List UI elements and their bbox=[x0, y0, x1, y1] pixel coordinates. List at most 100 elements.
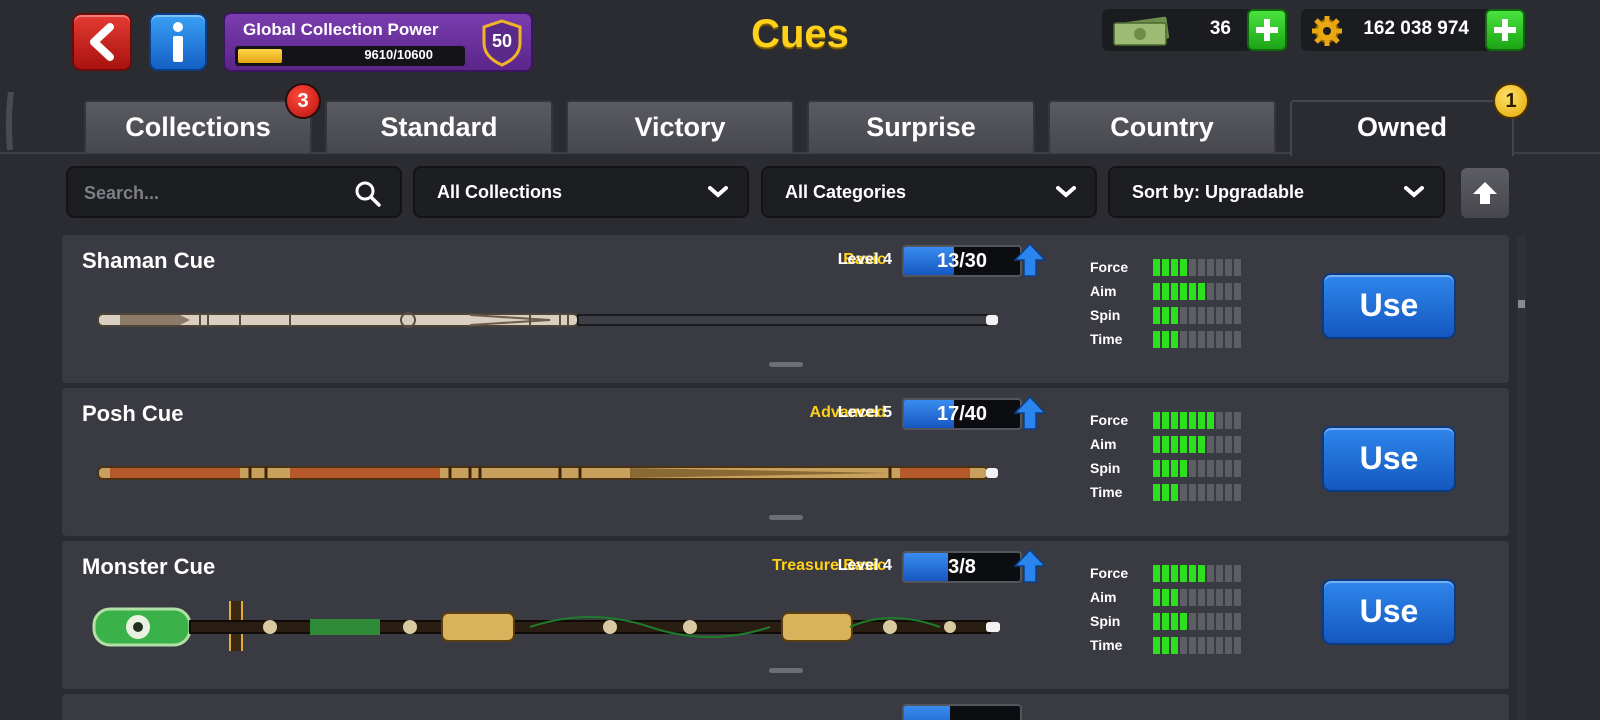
stat-segment bbox=[1216, 412, 1223, 429]
stat-segment bbox=[1153, 637, 1160, 654]
stat-segment bbox=[1216, 637, 1223, 654]
chevron-down-icon bbox=[708, 186, 728, 198]
stat-segment bbox=[1162, 460, 1169, 477]
stat-segment bbox=[1180, 259, 1187, 276]
scrollbar[interactable] bbox=[1517, 236, 1526, 720]
drag-handle[interactable] bbox=[769, 668, 803, 673]
collection-filter-label: All Collections bbox=[437, 182, 563, 202]
cue-pieces-bar bbox=[902, 704, 1022, 720]
collections-notification-badge: 3 bbox=[285, 83, 321, 119]
stat-segment bbox=[1225, 412, 1232, 429]
tab-victory[interactable]: Victory bbox=[566, 100, 794, 153]
stat-segment bbox=[1171, 283, 1178, 300]
stat-segment bbox=[1189, 565, 1196, 582]
posh-cue-image bbox=[97, 466, 998, 480]
top-bar: Global Collection Power 9610/10600 50 Cu… bbox=[0, 0, 1600, 92]
search-input[interactable] bbox=[84, 178, 324, 208]
cue-name: Shaman Cue bbox=[82, 248, 216, 273]
stat-bar-spin bbox=[1153, 613, 1241, 630]
owned-notification-badge: 1 bbox=[1493, 83, 1529, 119]
stat-segment bbox=[1207, 460, 1214, 477]
stat-bar-force bbox=[1153, 412, 1241, 429]
stat-segment bbox=[1234, 565, 1241, 582]
stat-bar-time bbox=[1153, 331, 1241, 348]
stat-segment bbox=[1153, 460, 1160, 477]
category-filter-dropdown[interactable]: All Categories bbox=[761, 166, 1097, 218]
tab-standard[interactable]: Standard bbox=[325, 100, 553, 153]
plus-icon bbox=[1256, 19, 1278, 41]
stat-segment bbox=[1162, 412, 1169, 429]
tab-collections[interactable]: Collections bbox=[84, 100, 312, 153]
global-collection-power[interactable]: Global Collection Power 9610/10600 50 bbox=[223, 12, 533, 72]
stat-segment bbox=[1207, 589, 1214, 606]
tab-country[interactable]: Country bbox=[1048, 100, 1276, 153]
stat-segment bbox=[1153, 259, 1160, 276]
collection-filter-dropdown[interactable]: All Collections bbox=[413, 166, 749, 218]
cash-value: 36 bbox=[1209, 18, 1231, 39]
cue-card-shaman[interactable]: Shaman Cue Basic Level 4 13/30 Force Aim… bbox=[62, 235, 1509, 383]
tab-owned[interactable]: Owned bbox=[1290, 100, 1514, 156]
shaman-cue-image bbox=[97, 312, 998, 328]
cue-card-next[interactable] bbox=[62, 694, 1509, 720]
stat-segment bbox=[1234, 259, 1241, 276]
stat-segment bbox=[1162, 637, 1169, 654]
scrollbar-thumb[interactable] bbox=[1518, 300, 1525, 308]
use-button[interactable]: Use bbox=[1322, 426, 1456, 492]
back-button[interactable] bbox=[72, 13, 132, 71]
stat-segment bbox=[1216, 460, 1223, 477]
stat-segment bbox=[1207, 637, 1214, 654]
stat-segment bbox=[1198, 613, 1205, 630]
cue-pieces-bar: 17/40 bbox=[902, 398, 1022, 430]
cue-card-monster[interactable]: Monster Cue Treasure Basic Level 4 3/8 F… bbox=[62, 541, 1509, 689]
cue-card-posh[interactable]: Posh Cue Advanced Level 5 17/40 Force Ai… bbox=[62, 388, 1509, 536]
collection-power-bar: 9610/10600 bbox=[235, 46, 465, 66]
stat-segment bbox=[1225, 589, 1232, 606]
use-button[interactable]: Use bbox=[1322, 273, 1456, 339]
upgrade-arrow-icon[interactable] bbox=[1014, 396, 1046, 430]
sort-dropdown[interactable]: Sort by: Upgradable bbox=[1108, 166, 1445, 218]
drag-handle[interactable] bbox=[769, 515, 803, 520]
stat-segment bbox=[1180, 589, 1187, 606]
stat-label-aim: Aim bbox=[1090, 283, 1117, 299]
stat-segment bbox=[1207, 484, 1214, 501]
stat-segment bbox=[1189, 637, 1196, 654]
collection-level: 50 bbox=[491, 31, 513, 51]
stat-bar-time bbox=[1153, 484, 1241, 501]
cue-pieces-text: 17/40 bbox=[936, 403, 988, 425]
info-button[interactable] bbox=[149, 13, 207, 71]
stat-label-time: Time bbox=[1090, 331, 1123, 347]
stat-segment bbox=[1234, 436, 1241, 453]
sort-label: Sort by: Upgradable bbox=[1132, 182, 1305, 202]
stat-segment bbox=[1225, 637, 1232, 654]
stat-bar-force bbox=[1153, 259, 1241, 276]
add-cash-button[interactable] bbox=[1247, 9, 1287, 51]
cue-pieces-fill bbox=[904, 706, 951, 720]
stat-bar-aim bbox=[1153, 589, 1241, 606]
cue-level: Level 5 bbox=[837, 404, 892, 421]
stat-segment bbox=[1234, 307, 1241, 324]
coin-value: 162 038 974 bbox=[1363, 18, 1469, 39]
stat-segment bbox=[1189, 484, 1196, 501]
stat-segment bbox=[1180, 613, 1187, 630]
add-coins-button[interactable] bbox=[1485, 9, 1525, 51]
stat-segment bbox=[1189, 307, 1196, 324]
stat-segment bbox=[1225, 613, 1232, 630]
stat-segment bbox=[1171, 331, 1178, 348]
stat-segment bbox=[1198, 460, 1205, 477]
stat-segment bbox=[1225, 283, 1232, 300]
upgrade-arrow-icon[interactable] bbox=[1014, 549, 1046, 583]
upgrade-arrow-icon[interactable] bbox=[1014, 243, 1046, 277]
tab-surprise[interactable]: Surprise bbox=[807, 100, 1035, 153]
stat-segment bbox=[1189, 613, 1196, 630]
search-icon[interactable] bbox=[354, 180, 382, 208]
use-button[interactable]: Use bbox=[1322, 579, 1456, 645]
stat-label-spin: Spin bbox=[1090, 460, 1121, 476]
stat-segment bbox=[1189, 589, 1196, 606]
stat-segment bbox=[1234, 589, 1241, 606]
collection-power-label: Global Collection Power bbox=[243, 20, 439, 39]
sort-direction-button[interactable] bbox=[1459, 166, 1511, 220]
stat-segment bbox=[1180, 484, 1187, 501]
drag-handle[interactable] bbox=[769, 362, 803, 367]
chevron-down-icon bbox=[1056, 186, 1076, 198]
cue-pieces-text: 13/30 bbox=[936, 250, 988, 272]
